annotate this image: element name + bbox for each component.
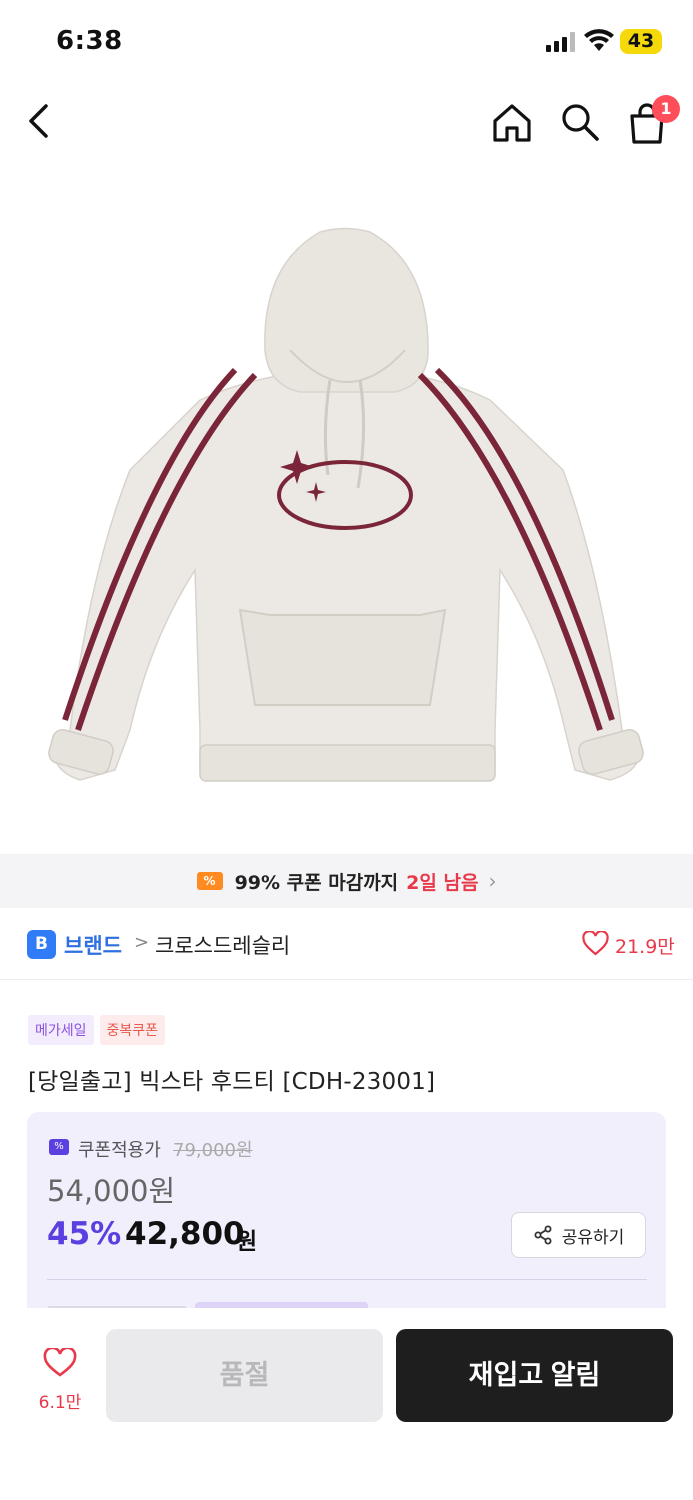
coupon-deadline-banner[interactable]: % 99% 쿠폰 마감까지 2일 남음 › — [0, 854, 693, 908]
brand-name-link[interactable]: 크로스드레슬리 — [155, 930, 290, 960]
restock-alert-button[interactable]: 재입고 알림 — [396, 1329, 673, 1422]
wishlist-count: 6.1만 — [38, 1393, 82, 1413]
share-icon — [534, 1225, 552, 1245]
coupon-icon: % — [49, 1139, 69, 1155]
brand-like-count: 21.9만 — [615, 936, 675, 958]
battery-indicator: 43 — [620, 29, 662, 54]
coupon-ticket-icon: % — [196, 872, 223, 890]
discount-rate: 45% — [47, 1216, 122, 1252]
coupon-remaining-time: 2일 남음 — [406, 871, 479, 894]
coupon-price-label: 쿠폰적용가 — [78, 1140, 161, 1161]
share-label: 공유하기 — [561, 1227, 625, 1248]
currency-unit: 원 — [236, 1229, 258, 1255]
share-button[interactable]: 공유하기 — [511, 1212, 646, 1258]
back-arrow-icon[interactable] — [22, 98, 58, 144]
soldout-button: 품절 — [106, 1329, 383, 1422]
heart-icon[interactable] — [582, 931, 609, 956]
breadcrumb-separator: > — [134, 932, 150, 953]
duplicate-coupon-tag: 중복쿠폰 — [99, 1015, 166, 1045]
wishlist-button[interactable]: 6.1만 — [26, 1346, 94, 1413]
price-panel: % 쿠폰적용가 79,000원 54,000원 45% 42,800 원 공유하… — [27, 1112, 666, 1322]
product-tags: 메가세일 중복쿠폰 — [28, 1015, 166, 1045]
mega-sale-tag: 메가세일 — [28, 1015, 94, 1045]
brand-row: B 브랜드 > 크로스드레슬리 21.9만 — [0, 908, 693, 980]
cart-count-badge: 1 — [652, 95, 680, 123]
status-time: 6:38 — [56, 26, 123, 56]
product-image[interactable] — [0, 170, 693, 850]
cellular-signal-icon — [546, 32, 575, 52]
brand-label[interactable]: 브랜드 — [64, 930, 122, 960]
bottom-action-bar: 6.1만 품절 재입고 알림 — [0, 1308, 693, 1500]
heart-outline-icon — [43, 1346, 77, 1377]
brand-logo-icon: B — [27, 930, 56, 959]
final-price: 42,800 — [125, 1216, 245, 1252]
home-icon[interactable] — [490, 102, 534, 144]
original-price: 79,000원 — [173, 1140, 253, 1161]
chevron-right-icon: › — [488, 869, 497, 893]
top-nav-bar: 1 — [0, 88, 693, 156]
search-icon[interactable] — [558, 100, 602, 144]
price-divider — [47, 1279, 647, 1280]
status-bar: 6:38 43 — [0, 0, 693, 80]
product-title: [당일출고] 빅스타 후드티 [CDH-23001] — [28, 1069, 436, 1095]
wifi-icon — [584, 29, 614, 51]
coupon-banner-text: 99% 쿠폰 마감까지 — [234, 871, 399, 894]
sale-price: 54,000원 — [47, 1174, 176, 1208]
